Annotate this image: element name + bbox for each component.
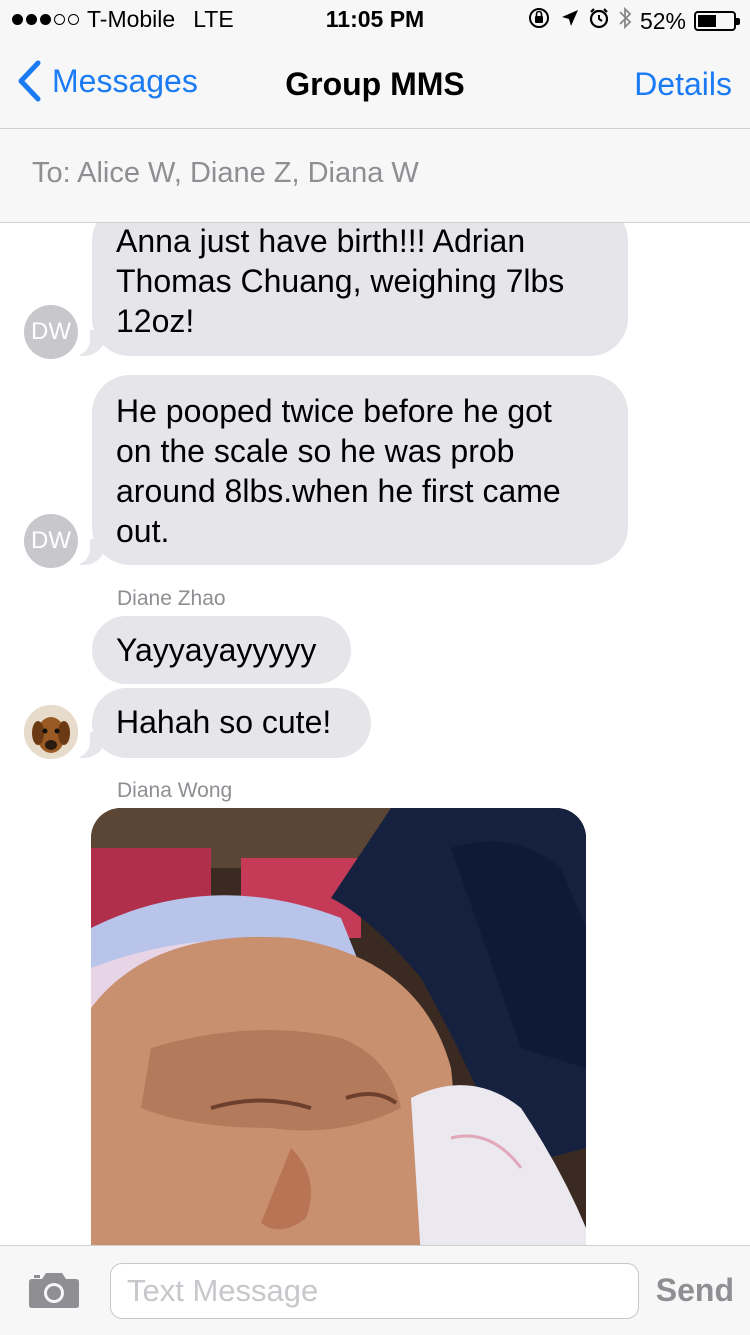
status-right: 52% (528, 6, 740, 36)
bluetooth-icon (618, 6, 632, 36)
alarm-icon (588, 7, 610, 35)
details-button[interactable]: Details (634, 66, 732, 103)
recipients-bar[interactable]: To: Alice W, Diane Z, Diana W (0, 129, 750, 223)
message-text-line: on the scale so he was prob (116, 433, 515, 469)
bubble-tail (66, 539, 106, 565)
location-icon (560, 8, 580, 34)
compose-bar: Send (0, 1245, 750, 1335)
message-text-line: 12oz! (116, 303, 195, 339)
battery-icon (694, 11, 740, 31)
bubble-tail (66, 732, 106, 758)
bubble-tail (66, 330, 106, 356)
send-button[interactable]: Send (656, 1272, 734, 1309)
message-bubble[interactable]: Anna just have birth!!! Adrian Thomas Ch… (92, 223, 628, 356)
message-bubble[interactable]: Yayyayayyyyy (92, 616, 351, 684)
battery-percent: 52% (639, 7, 686, 34)
camera-icon[interactable] (28, 1271, 80, 1314)
sender-name: Diane Zhao (117, 587, 226, 610)
message-text-line: around 8lbs.when he first came (116, 473, 561, 509)
status-bar: T-Mobile LTE 11:05 PM 52% (0, 0, 750, 40)
message-input[interactable] (110, 1263, 639, 1319)
message-thread[interactable]: Anna just have birth!!! Adrian Thomas Ch… (0, 223, 750, 1245)
message-text-line: out. (116, 513, 170, 549)
message-text-line: Thomas Chuang, weighing 7lbs (116, 263, 565, 299)
message-bubble[interactable]: He pooped twice before he got on the sca… (92, 375, 628, 565)
avatar[interactable]: DW (24, 305, 78, 359)
message-text-line: Anna just have birth!!! Adrian (116, 223, 526, 259)
avatar[interactable]: DW (24, 514, 78, 568)
dog-photo-avatar[interactable] (24, 705, 78, 759)
message-bubble[interactable]: Hahah so cute! (92, 688, 371, 758)
message-text: Hahah so cute! (116, 704, 332, 740)
message-text-line: He pooped twice before he got (116, 393, 552, 429)
navigation-bar: Messages Group MMS Details (0, 40, 750, 129)
recipients-list: To: Alice W, Diane Z, Diana W (32, 157, 419, 189)
message-text: Yayyayayyyyy (116, 632, 317, 668)
sender-name: Diana Wong (117, 779, 233, 802)
newborn-baby-photo[interactable] (91, 808, 586, 1245)
orientation-lock-icon (528, 7, 552, 35)
